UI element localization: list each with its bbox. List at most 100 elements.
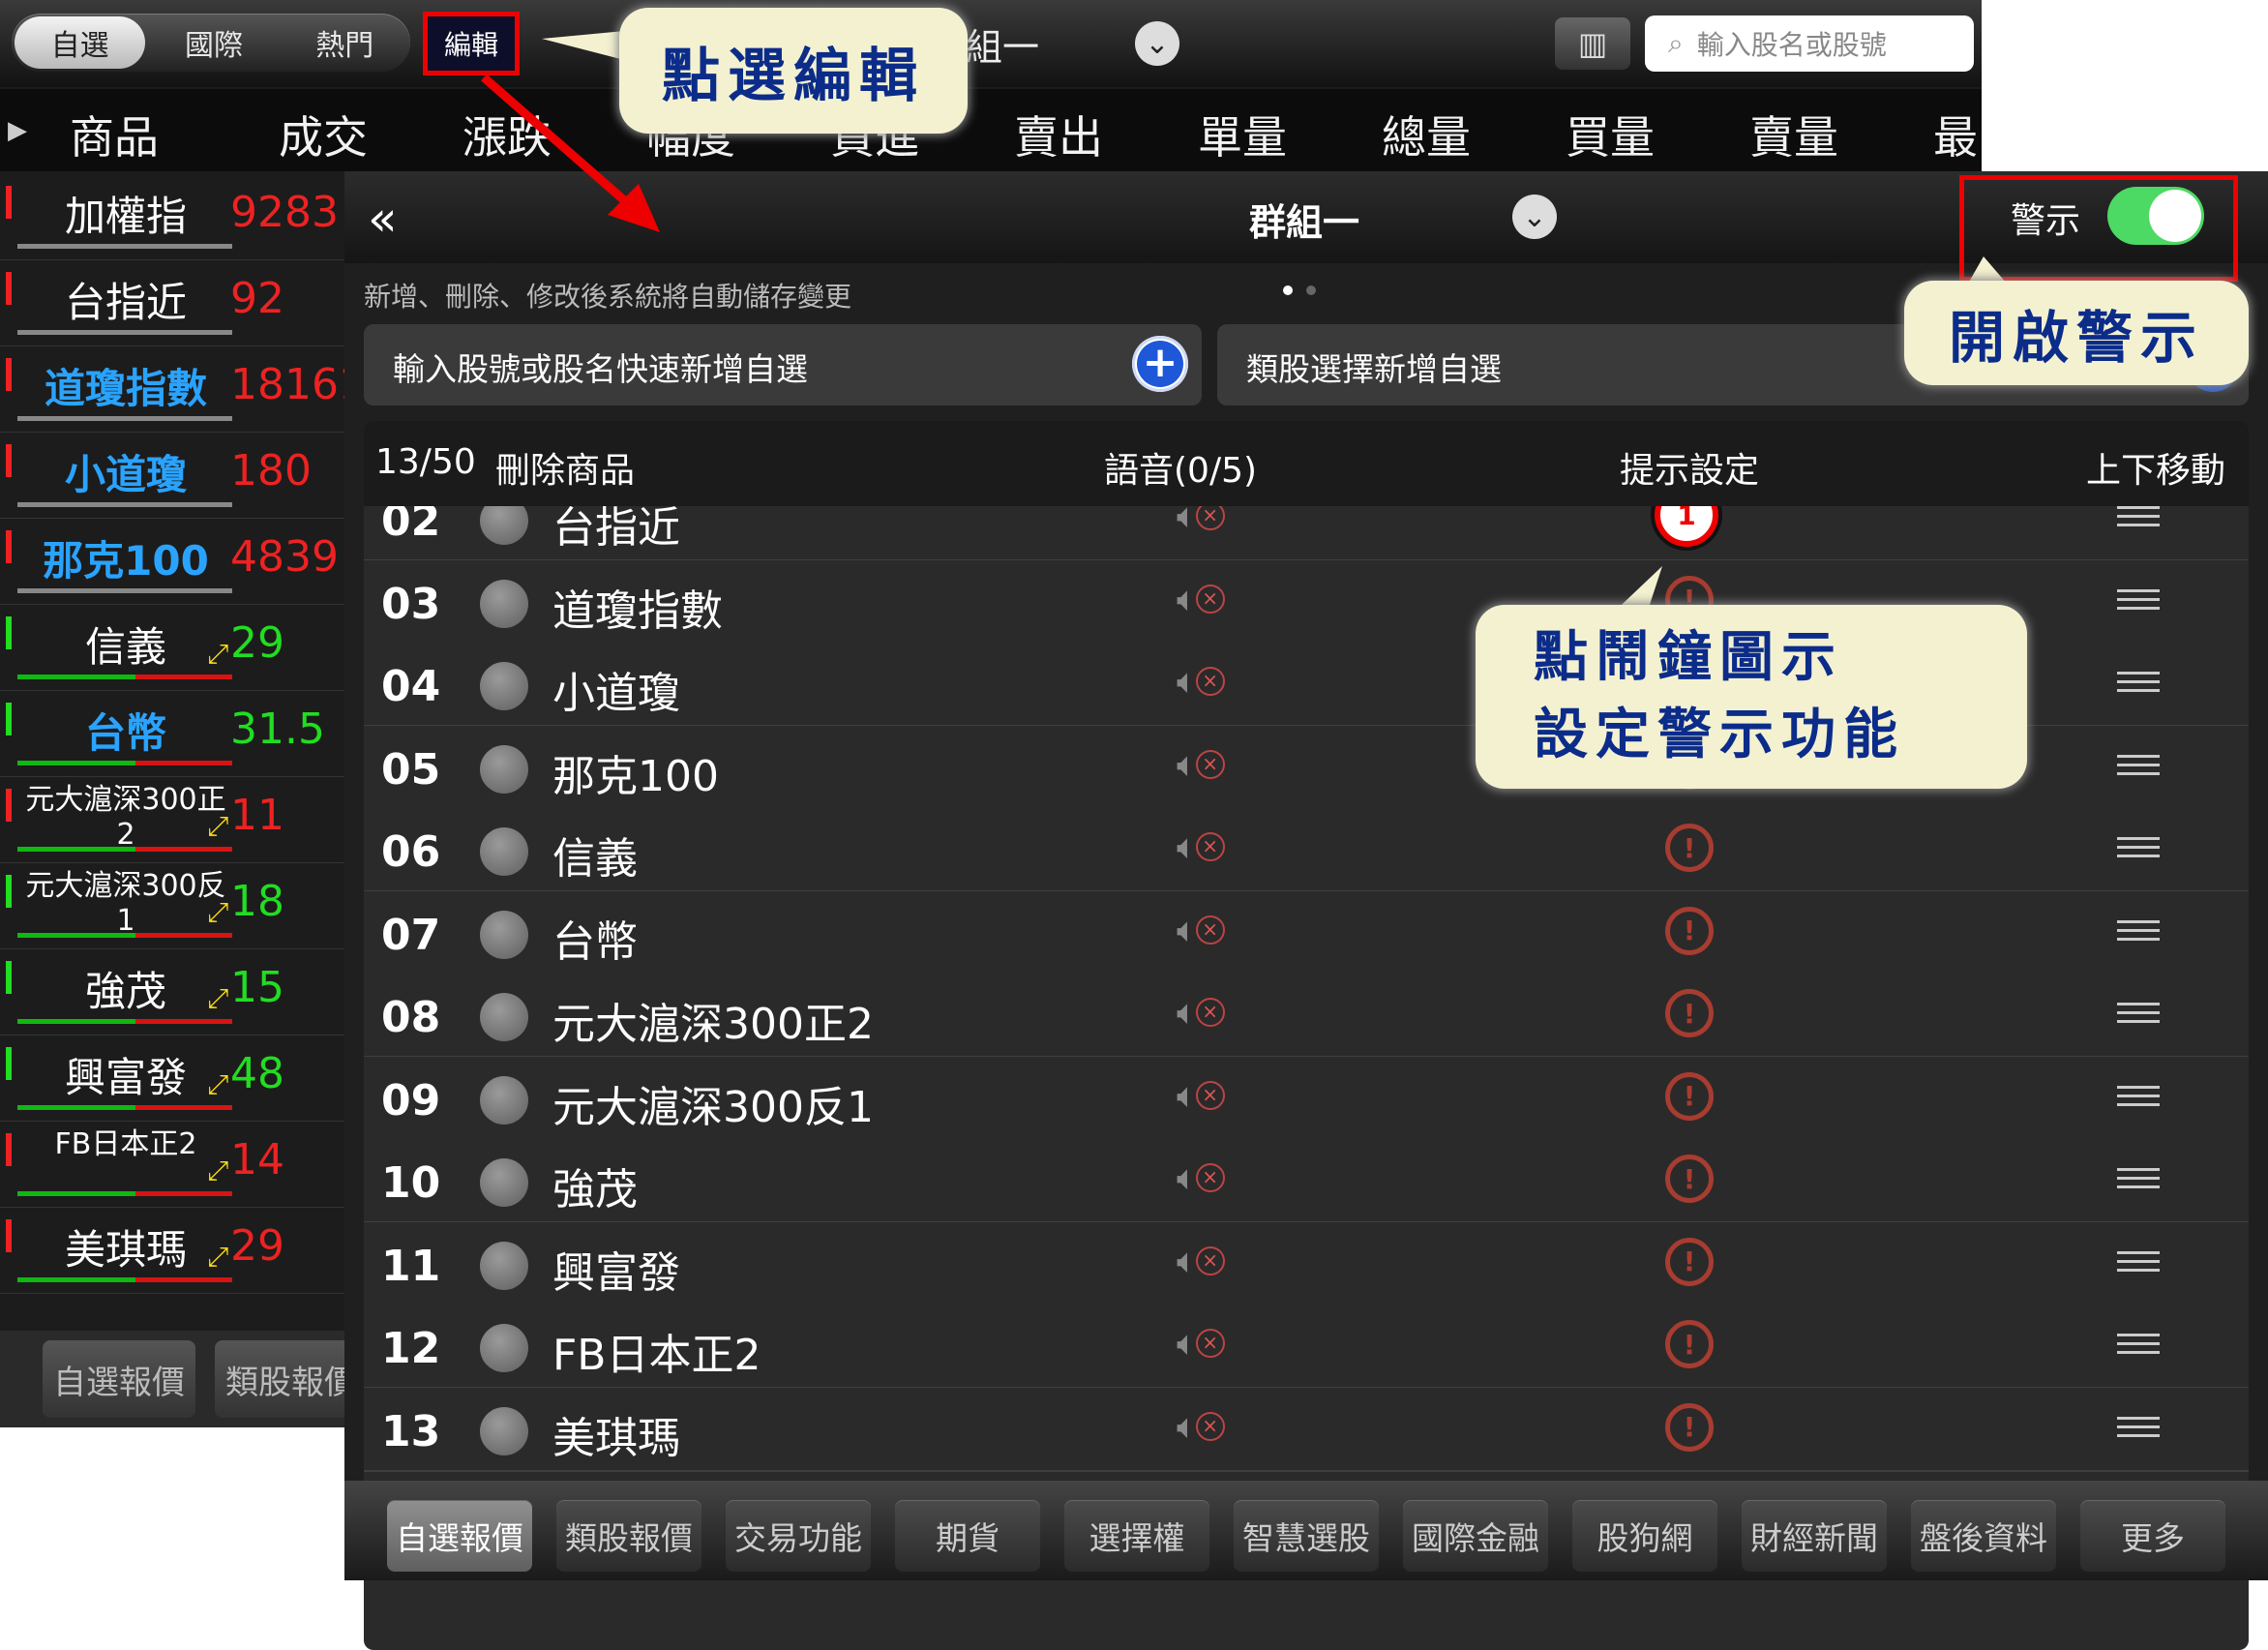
- alarm-clock-icon[interactable]: !: [1665, 1071, 1714, 1121]
- bg-tab-watchlist-quote[interactable]: 自選報價: [43, 1340, 195, 1418]
- delete-radio[interactable]: [480, 827, 528, 876]
- quote-row[interactable]: 興富發 48 ⤢: [0, 1035, 348, 1122]
- bottom-tab[interactable]: 智慧選股: [1234, 1500, 1379, 1572]
- delete-radio[interactable]: [480, 993, 528, 1041]
- quote-row[interactable]: FB日本正2 14 ⤢: [0, 1122, 348, 1208]
- book-icon[interactable]: ▥: [1555, 17, 1630, 70]
- expand-arrow-icon[interactable]: ▶: [8, 116, 27, 145]
- quote-row[interactable]: 道瓊指數 18161: [0, 346, 366, 433]
- tab-popular[interactable]: 熱門: [280, 14, 410, 72]
- delete-radio[interactable]: [480, 1324, 528, 1372]
- speaker-muted-icon[interactable]: 🔈︎ ×: [1177, 911, 1225, 951]
- chevron-down-icon[interactable]: ⌄: [1135, 21, 1179, 66]
- delete-radio[interactable]: [480, 1406, 528, 1455]
- drag-handle-icon[interactable]: [2117, 506, 2160, 532]
- delete-radio[interactable]: [480, 1075, 528, 1125]
- search-placeholder: 輸入股名或股號: [1696, 29, 1887, 61]
- speaker-muted-icon[interactable]: 🔈︎ ×: [1177, 827, 1225, 868]
- quote-row[interactable]: 元大滬深300正2 11 ⤢: [0, 777, 348, 863]
- drag-handle-icon[interactable]: [2117, 1003, 2160, 1029]
- col-more[interactable]: 最: [1933, 103, 1978, 166]
- delete-radio[interactable]: [480, 1241, 528, 1290]
- bottom-tab[interactable]: 盤後資料: [1911, 1500, 2056, 1572]
- col-ask-vol[interactable]: 賣量: [1749, 103, 1838, 166]
- quote-row[interactable]: 那克100 4839: [0, 519, 348, 605]
- alarm-clock-icon[interactable]: !: [1665, 906, 1714, 955]
- delete-radio[interactable]: [480, 1158, 528, 1207]
- drag-handle-icon[interactable]: [2117, 672, 2160, 698]
- alarm-clock-icon[interactable]: 1: [1655, 506, 1718, 547]
- col-last[interactable]: 成交: [279, 103, 368, 166]
- mute-x-icon: ×: [1195, 1080, 1225, 1110]
- col-single-vol[interactable]: 單量: [1198, 103, 1287, 166]
- plus-icon[interactable]: +: [1132, 336, 1188, 392]
- drag-handle-icon[interactable]: [2117, 1085, 2160, 1112]
- speaker-muted-icon[interactable]: 🔈︎ ×: [1177, 1076, 1225, 1117]
- delete-radio[interactable]: [480, 910, 528, 959]
- quote-row[interactable]: 加權指 9283: [0, 174, 348, 260]
- delete-radio[interactable]: [480, 579, 528, 628]
- speaker-muted-icon[interactable]: 🔈︎ ×: [1177, 1242, 1225, 1282]
- bottom-tab[interactable]: 交易功能: [726, 1500, 871, 1572]
- drag-handle-icon[interactable]: [2117, 754, 2160, 781]
- panel-group-title[interactable]: 群組一: [1249, 193, 1359, 246]
- bottom-tab[interactable]: 股狗網: [1572, 1500, 1717, 1572]
- row-number: 05: [381, 744, 441, 795]
- alarm-clock-icon[interactable]: !: [1665, 1237, 1714, 1286]
- trend-tick: [6, 875, 12, 908]
- bottom-tab[interactable]: 類股報價: [556, 1500, 701, 1572]
- tab-international[interactable]: 國際: [148, 14, 279, 72]
- speaker-muted-icon[interactable]: 🔈︎ ×: [1177, 993, 1225, 1034]
- page-dot-active: [1283, 285, 1293, 295]
- alarm-clock-icon[interactable]: !: [1665, 1320, 1714, 1368]
- search-input[interactable]: ⌕ 輸入股名或股號: [1645, 15, 1974, 72]
- speaker-muted-icon[interactable]: 🔈︎ ×: [1177, 1407, 1225, 1448]
- quote-row[interactable]: 美琪瑪 29 ⤢: [0, 1208, 348, 1294]
- trend-tick: [6, 530, 12, 563]
- quote-row[interactable]: 元大滬深300反1 18 ⤢: [0, 863, 348, 949]
- bottom-tab[interactable]: 更多: [2080, 1500, 2225, 1572]
- drag-handle-icon[interactable]: [2117, 1334, 2160, 1360]
- chevron-down-icon[interactable]: ⌄: [1512, 195, 1557, 239]
- col-product[interactable]: 商品: [70, 103, 159, 166]
- speaker-muted-icon[interactable]: 🔈︎ ×: [1177, 1324, 1225, 1365]
- quick-add-field[interactable]: 輸入股號或股名快速新增自選 +: [364, 324, 1202, 405]
- drag-handle-icon[interactable]: [2117, 1250, 2160, 1277]
- delete-radio[interactable]: [480, 506, 528, 545]
- bottom-tab[interactable]: 財經新聞: [1742, 1500, 1887, 1572]
- delete-radio[interactable]: [480, 744, 528, 794]
- speaker-muted-icon[interactable]: 🔈︎ ×: [1177, 745, 1225, 786]
- drag-handle-icon[interactable]: [2117, 837, 2160, 863]
- drag-handle-icon[interactable]: [2117, 1416, 2160, 1443]
- speaker-muted-icon[interactable]: 🔈︎ ×: [1177, 506, 1225, 537]
- bottom-tab[interactable]: 期貨: [895, 1500, 1040, 1572]
- alarm-clock-icon[interactable]: !: [1665, 989, 1714, 1037]
- col-change[interactable]: 漲跌: [463, 103, 552, 166]
- drag-handle-icon[interactable]: [2117, 588, 2160, 615]
- tab-watchlist[interactable]: 自選: [15, 16, 146, 69]
- edit-button[interactable]: 編輯: [423, 12, 520, 75]
- col-bid-vol[interactable]: 買量: [1566, 103, 1655, 166]
- double-chevron-left-icon[interactable]: «: [368, 191, 398, 247]
- col-ask[interactable]: 賣出: [1014, 103, 1103, 166]
- alarm-clock-icon[interactable]: !: [1665, 1402, 1714, 1452]
- quote-row[interactable]: 台幣 31.5: [0, 691, 348, 777]
- speaker-muted-icon[interactable]: 🔈︎ ×: [1177, 1158, 1225, 1199]
- alarm-clock-icon[interactable]: !: [1665, 1155, 1714, 1203]
- speaker-muted-icon[interactable]: 🔈︎ ×: [1177, 662, 1225, 703]
- bottom-tab[interactable]: 自選報價: [387, 1500, 532, 1572]
- drag-handle-icon[interactable]: [2117, 919, 2160, 946]
- quote-value: 9283: [230, 188, 339, 237]
- bottom-tab[interactable]: 國際金融: [1403, 1500, 1548, 1572]
- bottom-tab[interactable]: 選擇權: [1064, 1500, 1209, 1572]
- delete-radio[interactable]: [480, 662, 528, 710]
- quote-row[interactable]: 台指近 92: [0, 260, 348, 346]
- col-total-vol[interactable]: 總量: [1382, 103, 1471, 166]
- quote-row[interactable]: 強茂 15 ⤢: [0, 949, 348, 1035]
- quote-row[interactable]: 小道瓊 180: [0, 433, 348, 519]
- row-number: 11: [381, 1241, 441, 1291]
- alarm-clock-icon[interactable]: !: [1665, 824, 1714, 872]
- quote-row[interactable]: 信義 29 ⤢: [0, 605, 348, 691]
- drag-handle-icon[interactable]: [2117, 1168, 2160, 1194]
- speaker-muted-icon[interactable]: 🔈︎ ×: [1177, 580, 1225, 620]
